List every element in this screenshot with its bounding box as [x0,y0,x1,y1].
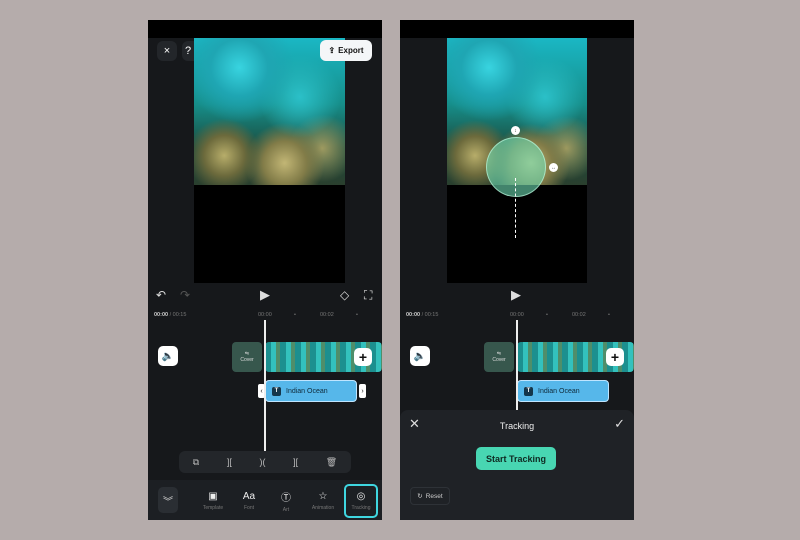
redo-button[interactable]: ↷ [180,288,190,302]
play-button[interactable]: ▶ [260,287,270,303]
export-button[interactable]: ⇪ Export [320,40,372,61]
ruler-tick: 00:02 [572,312,586,318]
export-label: Export [338,46,364,55]
start-tracking-button[interactable]: Start Tracking [476,447,556,470]
add-clip-button[interactable]: + [606,348,624,366]
art-icon: Ⓣ [281,493,291,504]
speaker-icon: 🔈 [161,350,175,362]
video-preview[interactable]: ↕ ↔ [447,38,587,283]
ruler-tick: 00:00 [258,312,272,318]
delete-icon[interactable]: 🗑 [326,457,337,468]
close-button[interactable]: × [157,41,177,61]
playhead[interactable] [264,320,266,451]
tracking-area[interactable] [486,137,546,197]
help-button[interactable]: ? [182,41,194,61]
mute-button[interactable]: 🔈 [410,346,430,366]
upload-icon: ⇪ [328,46,336,55]
panel-title: Tracking [499,421,535,431]
ruler-tick: • [546,312,548,318]
help-icon: ? [184,45,192,57]
duplicate-icon[interactable]: ⧉ [193,457,199,468]
ruler-tick: 00:00 [510,312,524,318]
speaker-icon: 🔈 [413,350,427,362]
resize-vertical-handle[interactable]: ↕ [511,126,520,135]
split-left-icon[interactable]: ][ [227,457,232,467]
tracking-icon: ◎ [356,491,366,502]
nav-font[interactable]: Aa Font [232,484,266,518]
animation-icon: ☆ [318,491,328,502]
text-clip[interactable]: T Indian Ocean [517,380,609,402]
play-button[interactable]: ▶ [511,287,521,303]
tracking-guide-line [515,178,516,238]
nav-template[interactable]: ▣ Template [196,484,230,518]
keyframe-button[interactable]: ◇ [340,288,349,302]
fullscreen-button[interactable]: ⛶ [364,288,372,303]
editor-screen: × ? ⇪ Export ↶ ↷ ▶ ◇ ⛶ 00:00 / 00:15 00:0… [148,20,382,520]
mute-button[interactable]: 🔈 [158,346,178,366]
ruler-tick: • [608,312,610,318]
resize-horizontal-handle[interactable]: ↔ [549,163,558,172]
bottom-toolbar: ︾ ▣ Template Aa Font Ⓣ Art ☆ Animation ◎ Trac… [148,480,382,520]
video-preview[interactable] [194,38,345,283]
font-icon: Aa [242,491,256,502]
confirm-button[interactable]: ✓ [614,416,625,432]
nav-tracking[interactable]: ◎ Tracking [344,484,378,518]
status-bar [400,20,634,38]
cover-button[interactable]: ⇋ Cover [232,342,262,372]
undo-button[interactable]: ↶ [156,288,166,302]
split-right-icon[interactable]: ][ [293,457,298,467]
timecode: 00:00 / 00:15 [154,312,187,318]
template-icon: ▣ [208,491,218,502]
status-bar [148,20,382,38]
split-icon[interactable]: )( [259,457,265,467]
ruler-tick: • [356,312,358,318]
reset-icon: ↻ [417,493,423,500]
nav-animation[interactable]: ☆ Animation [306,484,340,518]
tracking-screen: ↕ ↔ ▶ 00:00 / 00:15 00:00 • 00:02 • 🔈 ⇋ C… [400,20,634,520]
collapse-button[interactable]: ︾ [158,487,178,513]
cover-button[interactable]: ⇋ Cover [484,342,514,372]
playhead[interactable] [516,320,518,410]
timecode: 00:00 / 00:15 [406,312,439,318]
ruler-tick: 00:02 [320,312,334,318]
reset-button[interactable]: ↻ Reset [410,487,450,505]
text-icon: T [272,386,281,396]
text-icon: T [524,386,533,396]
tracking-panel: ✕ Tracking ✓ Start Tracking ↻ Reset [400,410,634,520]
nav-art[interactable]: Ⓣ Art [269,484,303,518]
close-icon: × [163,45,171,57]
clip-toolbar: ⧉ ][ )( ][ 🗑 [179,451,351,473]
trim-handle-right[interactable]: › [359,384,366,398]
text-clip[interactable]: T Indian Ocean [265,380,357,402]
ruler-tick: • [294,312,296,318]
add-clip-button[interactable]: + [354,348,372,366]
